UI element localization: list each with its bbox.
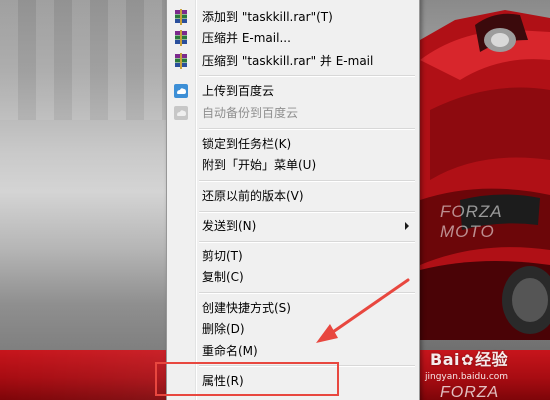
menu-item-label: 压缩并 E-mail... [202, 31, 291, 45]
baidu-cloud-icon [174, 84, 188, 98]
car-logo: FORZA MOTO [440, 384, 499, 400]
menu-item-label: 附到「开始」菜单(U) [202, 158, 317, 172]
submenu-arrow-icon [405, 222, 409, 230]
menu-item-label: 上传到百度云 [202, 84, 275, 98]
menu-separator [199, 211, 415, 213]
baidu-paw-icon: ✿ [460, 351, 475, 369]
menu-item-label: 压缩到 "taskkill.rar" 并 E-mail [202, 54, 374, 68]
watermark-brand: Bai [430, 350, 460, 369]
menu-item-label: 创建快捷方式(S) [202, 301, 291, 315]
annotation-highlight-box [155, 362, 339, 396]
menu-item-add-to-archive[interactable]: 添加到 "taskkill.rar"(T) [169, 6, 417, 28]
menu-item-label: 还原以前的版本(V) [202, 189, 304, 203]
menu-item-pin-to-start-menu[interactable]: 附到「开始」菜单(U) [169, 154, 417, 176]
winrar-archive-icon [175, 53, 187, 69]
winrar-archive-icon [175, 9, 187, 25]
menu-item-label: 剪切(T) [202, 249, 243, 263]
menu-separator [199, 128, 415, 130]
baidu-cloud-disabled-icon [174, 106, 188, 120]
watermark-url: jingyan.baidu.com [425, 372, 509, 382]
baidu-jingyan-watermark: Bai✿经验 [430, 346, 508, 370]
menu-separator [199, 292, 415, 294]
wallpaper-garage-doors [0, 0, 170, 120]
menu-separator [199, 180, 415, 182]
car-logo-faint: FORZA MOTO [440, 202, 502, 241]
menu-item-copy[interactable]: 复制(C) [169, 266, 417, 288]
menu-item-label: 锁定到任务栏(K) [202, 137, 292, 151]
menu-item-upload-to-baidu-cloud[interactable]: 上传到百度云 [169, 80, 417, 102]
menu-item-label: 重命名(M) [202, 344, 258, 358]
menu-item-pin-to-taskbar[interactable]: 锁定到任务栏(K) [169, 133, 417, 155]
menu-item-label: 发送到(N) [202, 219, 257, 233]
menu-item-rename[interactable]: 重命名(M) [169, 340, 417, 362]
menu-item-create-shortcut[interactable]: 创建快捷方式(S) [169, 297, 417, 319]
context-menu: 添加到 "taskkill.rar"(T) 压缩并 E-mail... 压缩到 … [166, 0, 420, 400]
menu-item-label: 添加到 "taskkill.rar"(T) [202, 10, 333, 24]
menu-item-label: 复制(C) [202, 270, 244, 284]
wallpaper-red-sports-car [420, 10, 550, 340]
menu-item-send-to[interactable]: 发送到(N) [169, 215, 417, 237]
watermark-brand-jingyan: 经验 [475, 350, 509, 369]
menu-item-restore-previous-versions[interactable]: 还原以前的版本(V) [169, 185, 417, 207]
menu-item-auto-backup-to-baidu-cloud[interactable]: 自动备份到百度云 [169, 102, 417, 124]
menu-item-label: 删除(D) [202, 322, 245, 336]
menu-separator [199, 241, 415, 243]
menu-item-delete[interactable]: 删除(D) [169, 318, 417, 340]
wallpaper-garage-left [0, 0, 170, 400]
menu-item-compress-to-rar-and-email[interactable]: 压缩到 "taskkill.rar" 并 E-mail [169, 50, 417, 72]
winrar-archive-icon [175, 30, 187, 46]
desktop-screen: FORZA MOTO Bai✿经验 jingyan.baidu.com FORZ… [0, 0, 550, 400]
menu-item-label: 自动备份到百度云 [202, 106, 299, 120]
menu-item-cut[interactable]: 剪切(T) [169, 245, 417, 267]
menu-separator [199, 75, 415, 77]
menu-item-compress-and-email[interactable]: 压缩并 E-mail... [169, 27, 417, 49]
